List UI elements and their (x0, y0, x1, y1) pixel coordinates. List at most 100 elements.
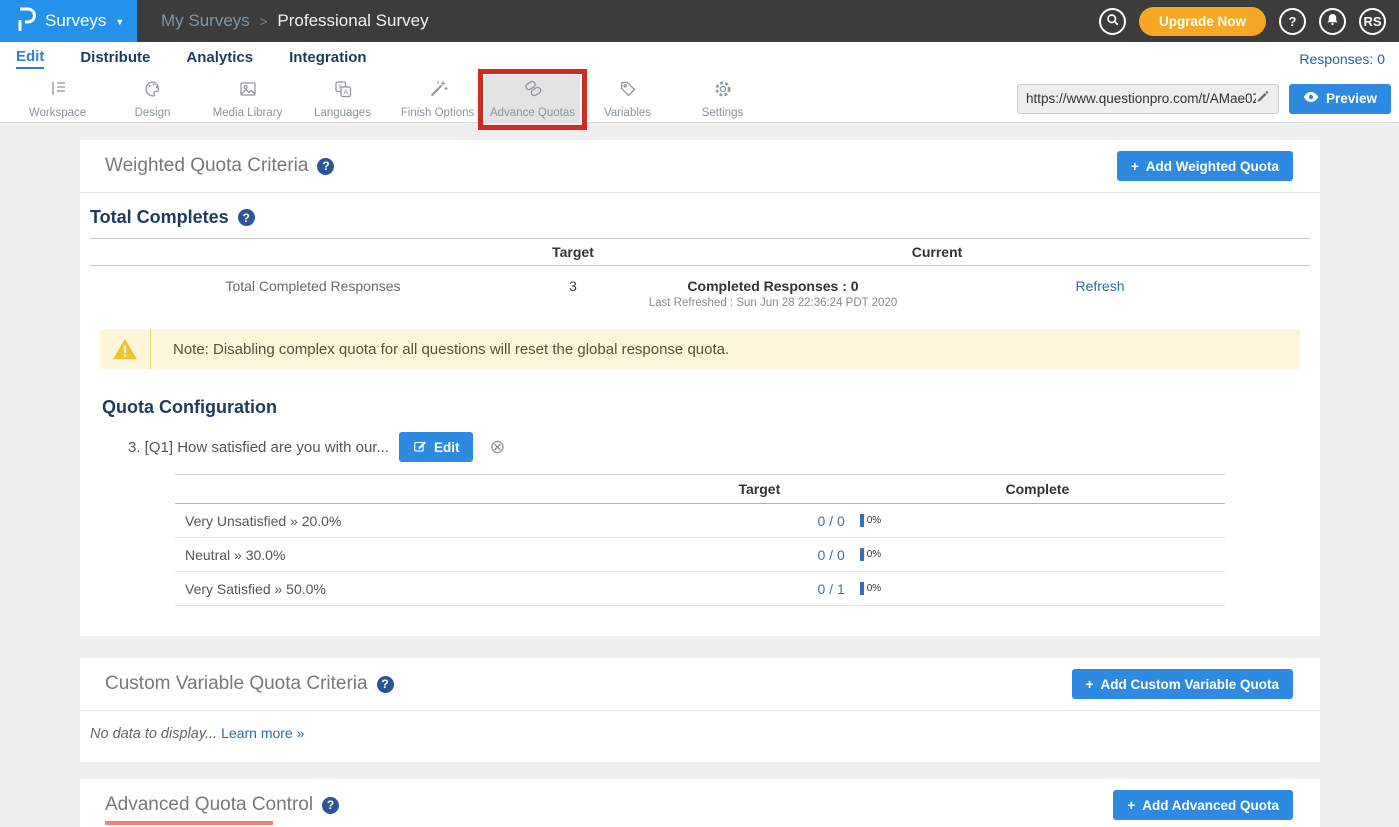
toolbar-label: Workspace (29, 107, 86, 119)
surveys-menu[interactable]: Surveys ▼ (0, 0, 137, 42)
red-underline-annotation (105, 821, 273, 825)
quota-label: Very Unsatisfied » 20.0% (175, 513, 674, 529)
toolbar-item-advance-quotas[interactable]: Advance Quotas (485, 75, 580, 122)
upgrade-now-button[interactable]: Upgrade Now (1139, 7, 1266, 36)
toolbar-label: Design (135, 107, 171, 119)
quota-label: Very Satisfied » 50.0% (175, 581, 674, 597)
quota-row-very-unsatisfied: Very Unsatisfied » 20.0% 0 / 0 0% (175, 504, 1225, 538)
toolbar-item-design[interactable]: Design (105, 75, 200, 122)
note-text: Note: Disabling complex quota for all qu… (151, 329, 729, 369)
media-library-icon (237, 78, 259, 105)
total-completes-title: Total Completes (90, 207, 229, 228)
edit-toolbar: Workspace Design Media Library (0, 75, 1399, 123)
learn-more-link[interactable]: Learn more » (221, 725, 304, 741)
refresh-link[interactable]: Refresh (1075, 278, 1124, 294)
preview-button[interactable]: Preview (1289, 84, 1391, 114)
quota-percent: 0% (867, 583, 881, 594)
search-button[interactable] (1099, 8, 1126, 35)
warning-triangle-icon (100, 329, 150, 369)
add-weighted-quota-button[interactable]: + Add Weighted Quota (1117, 151, 1293, 181)
weighted-quota-card: Weighted Quota Criteria ? + Add Weighted… (80, 140, 1320, 636)
advanced-quota-card: Advanced Quota Control ? + Add Advanced … (80, 779, 1320, 827)
settings-icon (712, 78, 734, 105)
eye-icon (1303, 91, 1319, 106)
brand-label: Surveys (45, 11, 106, 31)
edit-url-pencil-icon[interactable] (1256, 89, 1270, 108)
question-mark-icon: ? (1289, 14, 1297, 29)
quota-row-neutral: Neutral » 30.0% 0 / 0 0% (175, 538, 1225, 572)
total-completes-section: Total Completes ? Target Current Total C… (80, 193, 1320, 636)
bell-icon (1325, 12, 1340, 30)
progress-bar (860, 548, 864, 561)
quota-configuration-title: Quota Configuration (102, 397, 277, 418)
breadcrumb-separator: > (260, 14, 268, 29)
progress-bar (860, 514, 864, 527)
tab-distribute[interactable]: Distribute (80, 49, 150, 68)
total-completes-table: Target Current Total Completed Responses… (90, 238, 1310, 313)
page-content: Weighted Quota Criteria ? + Add Weighted… (0, 123, 1399, 827)
add-advanced-quota-button[interactable]: + Add Advanced Quota (1113, 790, 1293, 820)
advanced-quota-help-icon[interactable]: ? (322, 797, 339, 814)
column-complete: Complete (920, 481, 1225, 497)
note-banner: Note: Disabling complex quota for all qu… (100, 329, 1300, 369)
toolbar-item-settings[interactable]: Settings (675, 75, 770, 122)
target-value: 3 (536, 278, 610, 294)
advanced-quota-title: Advanced Quota Control (105, 794, 313, 816)
empty-state-row: No data to display... Learn more » (80, 711, 1320, 762)
tab-edit[interactable]: Edit (16, 48, 44, 69)
table-row: Total Completed Responses 3 Completed Re… (90, 266, 1310, 313)
toolbar-label: Advance Quotas (490, 107, 575, 119)
custom-variable-quota-help-icon[interactable]: ? (377, 676, 394, 693)
table-header-row: Target Complete (175, 474, 1225, 504)
toolbar-label: Variables (604, 107, 651, 119)
svg-text:A: A (343, 87, 348, 96)
quota-percent: 0% (867, 515, 881, 526)
toolbar-item-variables[interactable]: Variables (580, 75, 675, 122)
search-icon (1105, 12, 1120, 30)
no-data-text: No data to display... (90, 726, 217, 742)
edit-quota-button[interactable]: Edit (399, 432, 474, 462)
svg-text:x: x (338, 84, 342, 91)
preview-label: Preview (1326, 91, 1377, 106)
total-completed-responses-label: Total Completed Responses (90, 278, 536, 294)
tab-analytics[interactable]: Analytics (186, 49, 253, 68)
languages-icon: x A (332, 78, 354, 105)
toolbar-label: Languages (314, 107, 371, 119)
breadcrumb-my-surveys[interactable]: My Surveys (161, 11, 250, 31)
quota-target-value: 0 / 0 (817, 547, 844, 563)
weighted-quota-header: Weighted Quota Criteria ? + Add Weighted… (80, 140, 1320, 193)
quota-target-value: 0 / 1 (817, 581, 844, 597)
toolbar-label: Media Library (213, 107, 283, 119)
progress-bar (860, 582, 864, 595)
plus-icon: + (1127, 798, 1135, 813)
toolbar-label: Settings (702, 107, 744, 119)
breadcrumb: My Surveys > Professional Survey (137, 0, 1099, 42)
quota-percent: 0% (867, 549, 881, 560)
remove-quota-icon[interactable]: ⊗ (489, 438, 505, 457)
tab-integration[interactable]: Integration (289, 49, 367, 68)
quota-question-row: 3. [Q1] How satisfied are you with our..… (128, 432, 1310, 462)
finish-options-icon (427, 78, 449, 105)
quota-label: Neutral » 30.0% (175, 547, 674, 563)
chevron-down-icon: ▼ (115, 17, 124, 27)
question-label: 3. [Q1] How satisfied are you with our..… (128, 439, 389, 456)
weighted-quota-help-icon[interactable]: ? (317, 158, 334, 175)
survey-url-field[interactable]: https://www.questionpro.com/t/AMae0Zgn (1017, 84, 1279, 114)
quota-row-very-satisfied: Very Satisfied » 50.0% 0 / 1 0% (175, 572, 1225, 606)
responses-count[interactable]: Responses: 0 (1299, 51, 1385, 67)
notifications-button[interactable] (1319, 8, 1346, 35)
breadcrumb-current: Professional Survey (277, 11, 428, 31)
help-button[interactable]: ? (1279, 8, 1306, 35)
column-target: Target (674, 481, 845, 497)
add-custom-variable-quota-button[interactable]: + Add Custom Variable Quota (1072, 669, 1293, 699)
column-current: Current (610, 244, 1264, 260)
toolbar-item-media-library[interactable]: Media Library (200, 75, 295, 122)
workspace-icon (47, 78, 69, 105)
toolbar-item-languages[interactable]: x A Languages (295, 75, 390, 122)
user-avatar[interactable]: RS (1359, 8, 1386, 35)
weighted-quota-title: Weighted Quota Criteria (105, 155, 308, 177)
toolbar-item-workspace[interactable]: Workspace (10, 75, 105, 122)
total-completes-help-icon[interactable]: ? (238, 209, 255, 226)
column-target: Target (536, 244, 610, 260)
toolbar-item-finish-options[interactable]: Finish Options (390, 75, 485, 122)
